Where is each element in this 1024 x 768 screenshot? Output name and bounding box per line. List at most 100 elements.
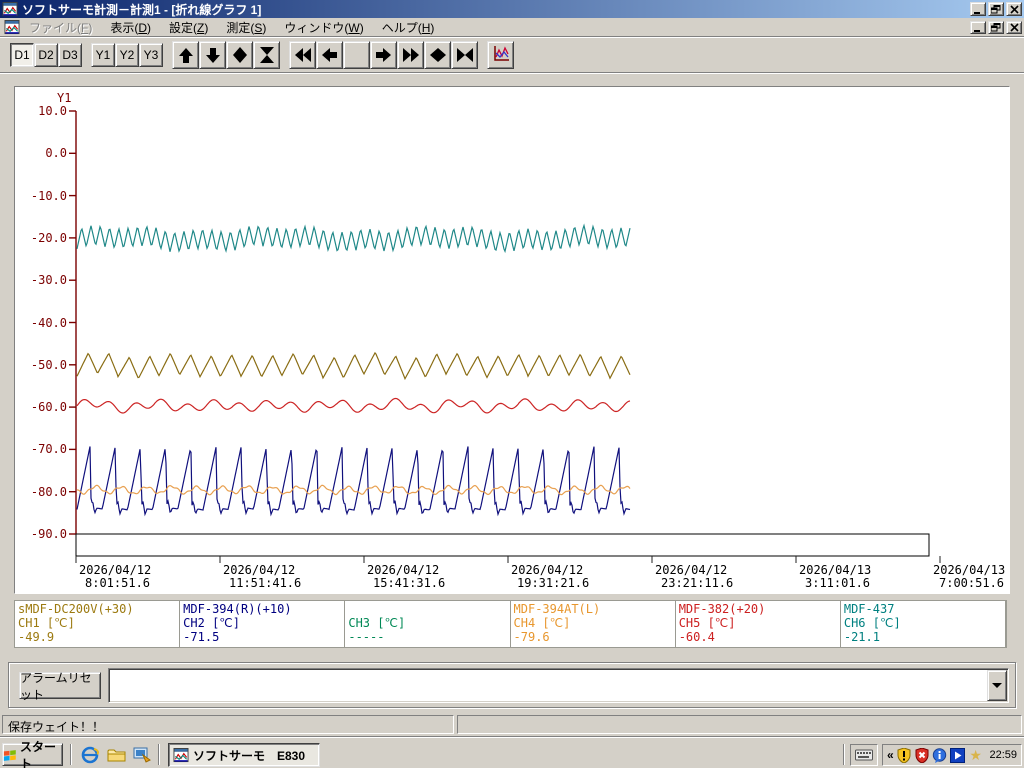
x-tick-label: 2026/04/12 23:21:11.6 <box>655 564 733 590</box>
x-tick-label: 2026/04/12 8:01:51.6 <box>79 564 151 590</box>
toolbar-button-y2[interactable]: Y2 <box>115 43 139 67</box>
legend-channel-4: MDF-394AT(L) CH4 [℃] -79.6 <box>511 601 676 647</box>
toolbar-button-y3[interactable]: Y3 <box>139 43 163 67</box>
x-tick-label: 2026/04/13 7:00:51.6 <box>933 564 1005 590</box>
menu-D[interactable]: 表示(D) <box>101 17 160 38</box>
mdi-child-icon[interactable] <box>4 19 20 35</box>
channel-value: -49.9 <box>18 630 55 644</box>
scroll-down-icon <box>205 47 220 63</box>
channel-value: ----- <box>348 630 385 644</box>
sensor-name: MDF-437 <box>843 602 895 616</box>
menu-H[interactable]: ヘルプ(H) <box>373 17 444 38</box>
toolbar-button-scroll-up[interactable] <box>172 41 199 69</box>
alarm-combobox-value[interactable] <box>109 669 986 702</box>
keyboard-icon[interactable] <box>855 749 873 761</box>
media-play-icon[interactable] <box>950 747 966 763</box>
mdi-close-button[interactable] <box>1006 20 1022 34</box>
keyboard-tray-section <box>850 744 878 766</box>
channel-label: CH2 [℃] <box>183 616 240 630</box>
mdi-minimize-button[interactable] <box>970 20 986 34</box>
taskbar-divider <box>70 744 72 765</box>
line-graph-panel: Y1 10.0 0.0 -10.0 -20.0 -30.0 -40.0 -50.0 -60.0… <box>14 86 1010 594</box>
channel-label: CH6 [℃] <box>843 616 901 630</box>
series-ch4 <box>76 484 631 496</box>
security-alert-icon[interactable] <box>914 747 930 763</box>
x-tick-time: 11:51:41.6 <box>229 576 302 590</box>
channel-label: CH5 [℃] <box>678 616 736 630</box>
start-button[interactable]: スタート <box>2 740 63 768</box>
series-ch2 <box>76 446 631 517</box>
toolbar-button-d3[interactable]: D3 <box>58 43 82 67</box>
security-warning-icon[interactable] <box>896 747 912 763</box>
channel-legend: sMDF-DC200V(+30) CH1 [℃] -49.9 MDF-394(R)(+… <box>14 600 1007 648</box>
toolbar-button-stop[interactable] <box>343 41 370 69</box>
start-button-label: スタート <box>20 739 57 768</box>
windows-logo-icon <box>3 749 16 761</box>
status-extra <box>457 715 1022 734</box>
channel-value: -79.6 <box>513 630 550 644</box>
system-tray: « ★ 22:59 <box>882 744 1022 766</box>
sensor-name: sMDF-DC200V(+30) <box>18 602 134 616</box>
toolbar-button-d1[interactable]: D1 <box>10 43 34 67</box>
chevron-down-icon <box>992 683 1002 688</box>
x-tick-time: 3:11:01.6 <box>805 576 871 590</box>
compress-horizontal-icon <box>456 48 473 62</box>
folder-icon[interactable] <box>106 745 126 765</box>
alarm-reset-button[interactable]: アラームリセット <box>19 671 101 702</box>
x-tick-label: 2026/04/13 3:11:01.6 <box>799 564 871 590</box>
alarm-panel: アラームリセット <box>8 662 1016 708</box>
toolbar-button-jump-end[interactable] <box>397 41 424 69</box>
x-tick-label: 2026/04/12 19:31:21.6 <box>511 564 589 590</box>
jump-start-icon <box>294 48 311 62</box>
plot-area <box>69 110 941 563</box>
series-ch1 <box>76 351 631 381</box>
channel-value: -21.1 <box>843 630 880 644</box>
info-balloon-icon[interactable] <box>932 747 948 763</box>
app-icon <box>2 1 18 16</box>
legend-channel-3: CH3 [℃] ----- <box>345 601 511 647</box>
sensor-name: MDF-394(R)(+10) <box>183 602 292 616</box>
toolbar-button-compress-vertical[interactable] <box>253 41 280 69</box>
status-message: 保存ウェイト！！ <box>2 715 454 734</box>
taskbar-divider <box>843 744 845 765</box>
series-ch6 <box>76 223 631 254</box>
toolbar-button-compress-horizontal[interactable] <box>451 41 478 69</box>
menu-W[interactable]: ウィンドウ(W) <box>275 17 372 38</box>
toolbar-button-expand-horizontal[interactable] <box>424 41 451 69</box>
star-icon[interactable]: ★ <box>968 747 984 763</box>
minimize-button[interactable] <box>970 2 986 16</box>
toolbar-button-step-forward[interactable] <box>370 41 397 69</box>
x-tick-time: 23:21:11.6 <box>661 576 734 590</box>
toolbar-button-d2[interactable]: D2 <box>34 43 58 67</box>
show-desktop-icon[interactable] <box>132 745 152 765</box>
toolbar-button-y1[interactable]: Y1 <box>91 43 115 67</box>
toolbar-button-expand-vertical[interactable] <box>226 41 253 69</box>
menu-S[interactable]: 測定(S) <box>217 17 275 38</box>
restore-button[interactable] <box>988 2 1004 16</box>
channel-label: CH3 [℃] <box>348 616 406 630</box>
expand-horizontal-icon <box>429 48 446 62</box>
menu-items: ファイル(F) 表示(D) 設定(Z) 測定(S) ウィンドウ(W) ヘルプ(H) <box>20 17 443 38</box>
internet-explorer-icon[interactable] <box>80 745 100 765</box>
close-button[interactable] <box>1006 2 1022 16</box>
task-button-softthermo[interactable]: ソフトサーモ E830 <box>168 743 320 767</box>
toolbar-button-scroll-down[interactable] <box>199 41 226 69</box>
toolbar-button-step-back[interactable] <box>316 41 343 69</box>
overflow-chevron-icon[interactable]: « <box>887 748 894 762</box>
taskbar: スタート ソフトサーモ E830 « ★ 22:59 <box>0 737 1024 768</box>
menu-bar: ファイル(F) 表示(D) 設定(Z) 測定(S) ウィンドウ(W) ヘルプ(H) <box>0 18 1024 37</box>
jump-end-icon <box>402 48 419 62</box>
mdi-restore-button[interactable] <box>988 20 1004 34</box>
app-icon <box>173 747 189 762</box>
menu-Z[interactable]: 設定(Z) <box>160 17 217 38</box>
x-tick-time: 7:00:51.6 <box>939 576 1005 590</box>
sensor-name: MDF-382(+20) <box>678 602 766 616</box>
toolbar-button-jump-start[interactable] <box>289 41 316 69</box>
alarm-combobox[interactable] <box>108 668 1009 703</box>
toolbar-button-graph-settings[interactable] <box>487 41 514 69</box>
step-back-icon <box>322 48 337 62</box>
alarm-combobox-dropdown-button[interactable] <box>987 670 1007 701</box>
clock[interactable]: 22:59 <box>989 749 1017 761</box>
menu-F: ファイル(F) <box>29 20 93 35</box>
legend-channel-1: sMDF-DC200V(+30) CH1 [℃] -49.9 <box>15 601 181 647</box>
